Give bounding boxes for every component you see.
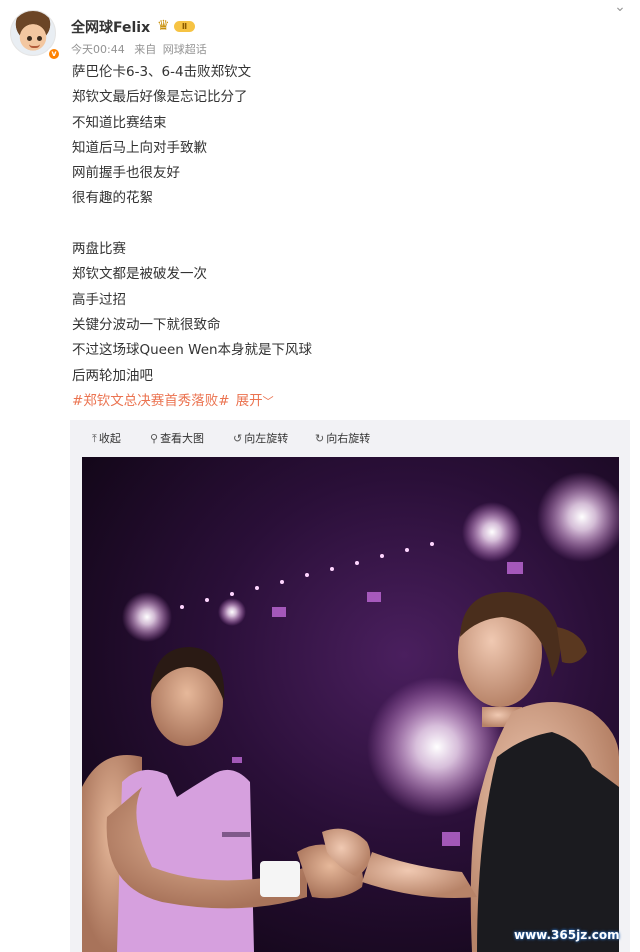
more-options-chevron-icon[interactable]: ⌄ xyxy=(610,0,630,16)
expand-label: 展开 xyxy=(235,392,263,409)
post-header: v 全网球Felix ♛ Ⅱ 今天00:44 来自 网球超话 ⌄ xyxy=(0,0,640,62)
post-line-blank xyxy=(72,214,622,239)
post-line: 后两轮加油吧 xyxy=(72,367,153,384)
vip-level: Ⅱ xyxy=(174,21,195,32)
verified-icon: v xyxy=(47,47,61,61)
watermark: www.365jz.com xyxy=(514,928,620,942)
expand-button[interactable]: 展开﹀ xyxy=(236,393,274,409)
post-source[interactable]: 网球超话 xyxy=(163,43,207,56)
avatar-mouth xyxy=(29,44,40,48)
rotate-left-label: 向左旋转 xyxy=(244,432,289,445)
topic-line: #郑钦文总决赛首秀落败# 展开﹀ xyxy=(72,391,622,413)
topic-link[interactable]: #郑钦文总决赛首秀落败# xyxy=(72,393,230,409)
chevron-down-icon: ﹀ xyxy=(262,394,274,408)
username[interactable]: 全网球Felix xyxy=(71,17,150,37)
post-line: 两盘比赛 xyxy=(72,241,126,258)
post-line: 网前握手也很友好 xyxy=(72,165,180,182)
post-line: 知道后马上向对手致歉 xyxy=(72,139,207,156)
source-prefix: 来自 xyxy=(134,43,157,56)
rotate-right-icon: ↻ xyxy=(315,432,325,445)
post-line: 不知道比赛结束 xyxy=(72,114,167,131)
post-line: 高手过招 xyxy=(72,291,126,308)
post-line: 郑钦文最后好像是忘记比分了 xyxy=(72,89,248,106)
collapse-button[interactable]: ⤒ 收起 xyxy=(92,430,121,446)
vip-badge[interactable]: ♛ Ⅱ xyxy=(157,18,197,34)
post-meta: 今天00:44 来自 网球超话 xyxy=(71,41,213,57)
post-time[interactable]: 今天00:44 xyxy=(71,43,125,56)
magnifier-icon: ⚲ xyxy=(150,432,159,445)
arrow-up-icon: ⤒ xyxy=(92,432,97,445)
post-line: 郑钦文都是被破发一次 xyxy=(72,266,207,283)
media-panel: ⤒ 收起 ⚲ 查看大图 ↺ 向左旋转 ↻ 向右旋转 xyxy=(70,420,630,952)
rotate-right-label: 向右旋转 xyxy=(326,432,371,445)
handshake-photo-illustration xyxy=(82,457,619,952)
post-text: 萨巴伦卡6-3、6-4击败郑钦文 郑钦文最后好像是忘记比分了 不知道比赛结束 知… xyxy=(72,62,622,413)
avatar-eye-left xyxy=(27,36,32,41)
avatar-eye-right xyxy=(37,36,42,41)
post-line: 不过这场球Queen Wen本身就是下风球 xyxy=(72,342,313,359)
collapse-label: 收起 xyxy=(98,432,121,445)
view-large-label: 查看大图 xyxy=(160,432,205,445)
view-large-button[interactable]: ⚲ 查看大图 xyxy=(150,430,204,446)
rotate-left-icon: ↺ xyxy=(233,432,243,445)
post-photo[interactable] xyxy=(82,457,619,952)
rotate-right-button[interactable]: ↻ 向右旋转 xyxy=(315,430,370,446)
image-toolbar: ⤒ 收起 ⚲ 查看大图 ↺ 向左旋转 ↻ 向右旋转 xyxy=(70,420,630,456)
crown-icon: ♛ xyxy=(157,18,170,34)
post-line: 很有趣的花絮 xyxy=(72,190,153,207)
post-line: 萨巴伦卡6-3、6-4击败郑钦文 xyxy=(72,64,252,80)
post-line: 关键分波动一下就很致命 xyxy=(72,316,221,333)
rotate-left-button[interactable]: ↺ 向左旋转 xyxy=(233,430,288,446)
